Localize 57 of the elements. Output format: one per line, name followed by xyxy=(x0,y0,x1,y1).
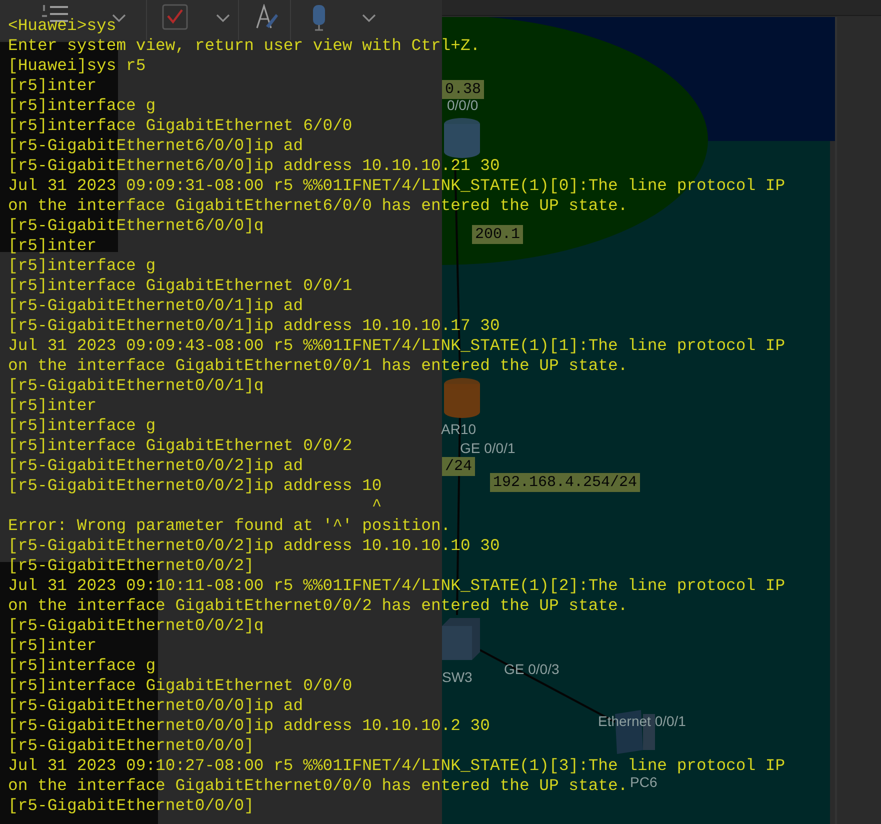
terminal-line: [r5-GigabitEthernet0/0/1]ip ad xyxy=(8,296,304,316)
terminal-line: on the interface GigabitEthernet0/0/1 has entered the UP state. xyxy=(8,356,628,376)
terminal-line: on the interface GigabitEthernet0/0/2 has entered the UP state. xyxy=(8,596,628,616)
terminal-line: [Huawei]sys r5 xyxy=(8,56,146,76)
terminal-line: [r5]inter xyxy=(8,396,97,416)
terminal-line: Jul 31 2023 09:10:27-08:00 r5 %%01IFNET/4/LINK_STATE(1)[3]:The line protocol IP xyxy=(8,756,786,776)
terminal-line: [r5]inter xyxy=(8,236,97,256)
device-label: SW3 xyxy=(442,670,472,684)
device-label: AR10 xyxy=(441,422,476,436)
address-label: 0.38 xyxy=(442,80,484,99)
terminal-line: [r5-GigabitEthernet0/0/2] xyxy=(8,556,254,576)
address-label: /24 xyxy=(442,457,476,476)
switch-icon[interactable] xyxy=(442,618,480,660)
terminal-line: [r5]interface g xyxy=(8,96,156,116)
terminal-line: [r5-GigabitEthernet6/0/0]ip address 10.10.10.21 30 xyxy=(8,156,500,176)
port-label: Ethernet 0/0/1 xyxy=(598,714,686,728)
port-label: GE 0/0/1 xyxy=(460,441,516,455)
terminal-line: [r5-GigabitEthernet0/0/2]ip address 10.10.10.10 30 xyxy=(8,536,500,556)
brush-icon[interactable] xyxy=(254,4,278,30)
terminal-line: [r5]interface GigabitEthernet 0/0/1 xyxy=(8,276,352,296)
caret-icon[interactable] xyxy=(362,13,376,23)
terminal-line: [r5]interface GigabitEthernet 0/0/2 xyxy=(8,436,352,456)
terminal-line: Enter system view, return user view with Ctrl+Z. xyxy=(8,36,480,56)
terminal-line: [r5-GigabitEthernet0/0/1]ip address 10.10.10.17 30 xyxy=(8,316,500,336)
terminal-line: Error: Wrong parameter found at '^' position. xyxy=(8,516,451,536)
terminal-line: on the interface GigabitEthernet0/0/0 has entered the UP state. xyxy=(8,776,628,796)
caret-icon[interactable] xyxy=(216,13,230,23)
terminal-line: [r5]interface g xyxy=(8,656,156,676)
terminal-line: <Huawei>sys xyxy=(8,16,116,36)
terminal-line: [r5-GigabitEthernet6/0/0]ip ad xyxy=(8,136,304,156)
device-label: PC6 xyxy=(630,775,658,789)
terminal-line: [r5-GigabitEthernet0/0/1]q xyxy=(8,376,264,396)
port-label: 0/0/0 xyxy=(447,98,478,112)
terminal-line: [r5-GigabitEthernet0/0/2]ip ad xyxy=(8,456,304,476)
terminal-line: [r5]interface GigabitEthernet 0/0/0 xyxy=(8,676,352,696)
terminal-line: [r5]inter xyxy=(8,76,97,96)
terminal-line: Jul 31 2023 09:10:11-08:00 r5 %%01IFNET/4/LINK_STATE(1)[2]:The line protocol IP xyxy=(8,576,786,596)
address-label: 200.1 xyxy=(472,225,524,244)
terminal-line: [r5]interface g xyxy=(8,256,156,276)
microphone-icon[interactable] xyxy=(310,4,328,32)
terminal-line: ^ xyxy=(370,496,382,516)
terminal-line: [r5-GigabitEthernet0/0/0]ip ad xyxy=(8,696,304,716)
address-label: 192.168.4.254/24 xyxy=(490,473,640,492)
terminal-line: [r5-GigabitEthernet0/0/0] xyxy=(8,736,254,756)
terminal-line: [r5]interface GigabitEthernet 6/0/0 xyxy=(8,116,352,136)
terminal-line: [r5]interface g xyxy=(8,416,156,436)
terminal-line: Jul 31 2023 09:09:31-08:00 r5 %%01IFNET/4/LINK_STATE(1)[0]:The line protocol IP xyxy=(8,176,786,196)
checkbox-icon[interactable] xyxy=(162,4,188,30)
port-label: GE 0/0/3 xyxy=(504,662,560,676)
terminal-line: on the interface GigabitEthernet6/0/0 has entered the UP state. xyxy=(8,196,628,216)
terminal-line: [r5-GigabitEthernet0/0/2]ip address 10 xyxy=(8,476,382,496)
terminal-line: [r5-GigabitEthernet0/0/0]ip address 10.10.10.2 30 xyxy=(8,716,490,736)
terminal-line: [r5-GigabitEthernet0/0/0] xyxy=(8,796,254,816)
terminal-line: [r5-GigabitEthernet6/0/0]q xyxy=(8,216,264,236)
terminal-line: [r5]inter xyxy=(8,636,97,656)
terminal-line: Jul 31 2023 09:09:43-08:00 r5 %%01IFNET/4/LINK_STATE(1)[1]:The line protocol IP xyxy=(8,336,786,356)
terminal-line: [r5-GigabitEthernet0/0/2]q xyxy=(8,616,264,636)
